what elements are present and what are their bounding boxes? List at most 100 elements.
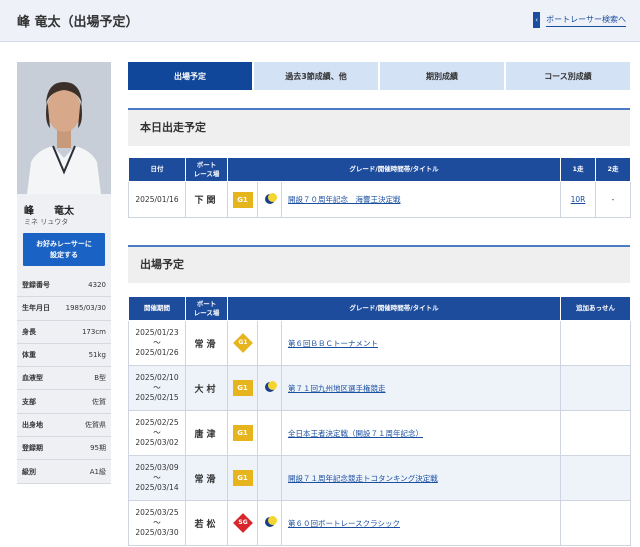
today-heading: 本日出走予定 — [128, 108, 630, 146]
race-title-link[interactable]: 第６０回ボートレースクラシック — [288, 519, 400, 528]
info-row: 支部 佐賀 — [17, 390, 111, 414]
period-start: 2025/03/09 — [135, 463, 179, 472]
period-tilde: 〜 — [153, 428, 161, 437]
racer-search-link-label: ボートレーサー検索へ — [546, 14, 626, 27]
grade-cell: G1 — [227, 181, 258, 218]
grade-cell: G1 — [227, 365, 258, 411]
info-row: 出身地 佐賀県 — [17, 414, 111, 438]
night-race-icon — [264, 381, 277, 392]
time-cell — [257, 365, 282, 411]
tab-schedule[interactable]: 出場予定 — [128, 62, 252, 90]
period-end: 2025/01/26 — [135, 348, 179, 357]
additional-cell — [560, 365, 632, 411]
time-cell — [257, 410, 282, 456]
table-row: 2025/02/25 〜 2025/03/02 唐津 G1 全日本王者決定戦（開設７１周年… — [128, 410, 632, 456]
grade-g1-icon: G1 — [232, 380, 253, 396]
racer-kana: ミネ リュウタ — [24, 218, 69, 226]
grade-label: SG — [237, 519, 248, 526]
race-venue: 唐津 — [185, 410, 228, 456]
info-row: 登録番号 4320 — [17, 274, 111, 298]
race-title-link[interactable]: 開設７１周年記念競走トコタンキング決定戦 — [288, 474, 438, 483]
race-venue: 大村 — [185, 365, 228, 411]
info-label: 級別 — [22, 467, 36, 476]
additional-cell — [560, 410, 632, 456]
info-row: 級別 A1級 — [17, 460, 111, 484]
period-cell: 2025/01/23 〜 2025/01/26 — [128, 320, 186, 366]
night-race-icon — [264, 192, 277, 204]
race-venue: 若松 — [185, 500, 228, 546]
period-start: 2025/01/23 — [135, 328, 179, 337]
table-row: 2025/03/09 〜 2025/03/14 常滑 G1 開設７１周年記念競走トコタンキ… — [128, 455, 632, 501]
upcoming-heading: 出場予定 — [128, 245, 630, 283]
info-label: 登録期 — [22, 444, 43, 453]
racer-search-link[interactable]: ‹ ボートレーサー検索へ — [533, 12, 626, 28]
table-row: 2025/03/25 〜 2025/03/30 若松 SG 第６０回ボートレースクラシック — [128, 500, 632, 546]
grade-cell: G1 — [227, 455, 258, 501]
upcoming-table: 開催期間 ボート レース場 グレード/開催時間帯/タイトル 追加あっせん 2025… — [128, 296, 632, 546]
race-title-link[interactable]: 第７１回九州地区選手権競走 — [288, 384, 386, 393]
today-table: 日付 ボート レース場 グレード/開催時間帯/タイトル 1走 2走 2025/01… — [128, 157, 632, 218]
table-row: 2025/02/10 〜 2025/02/15 大村 G1 第７１回九州地区選手権競走 — [128, 365, 632, 411]
period-cell: 2025/03/09 〜 2025/03/14 — [128, 455, 186, 501]
race-title-link[interactable]: 全日本王者決定戦（開設７１周年記念） — [288, 429, 423, 438]
race-date: 2025/01/16 — [128, 181, 186, 218]
period-start: 2025/02/10 — [135, 373, 179, 382]
race1-link[interactable]: 10R — [571, 195, 586, 204]
race-venue: 常滑 — [185, 455, 228, 501]
racer-photo — [17, 62, 111, 194]
info-value: 173cm — [81, 327, 106, 336]
race1-cell: 10R — [560, 181, 597, 218]
period-tilde: 〜 — [153, 338, 161, 347]
grade-g1-icon: G1 — [232, 425, 253, 441]
grade-g1-icon: G1 — [232, 191, 253, 208]
tab-recent-results[interactable]: 過去3節成績、他 — [254, 62, 378, 90]
info-value: 1985/03/30 — [65, 304, 106, 313]
race-title-cell: 全日本王者決定戦（開設７１周年記念） — [280, 410, 562, 456]
info-value: 51kg — [88, 351, 106, 360]
race-title-link[interactable]: 開設７０周年記念 海響王決定戦 — [288, 195, 401, 204]
info-label: 支部 — [22, 397, 36, 406]
col-grade-title: グレード/開催時間帯/タイトル — [226, 157, 562, 182]
time-cell — [257, 500, 282, 546]
page-title: 峰 竜太（出場予定） — [17, 15, 139, 30]
col-venue-l2: レース場 — [193, 169, 220, 178]
grade-cell: G1 — [227, 320, 258, 366]
info-row: 血液型 B型 — [17, 367, 111, 391]
col-venue-l1: ボート — [196, 160, 217, 169]
period-cell: 2025/03/25 〜 2025/03/30 — [128, 500, 186, 546]
period-end: 2025/03/02 — [135, 438, 179, 447]
col-race2: 2走 — [595, 157, 632, 182]
info-value: 95期 — [90, 444, 106, 453]
info-row: 生年月日 1985/03/30 — [17, 297, 111, 321]
info-value: 4320 — [88, 281, 106, 290]
grade-cell: SG — [227, 500, 258, 546]
col-grade-title: グレード/開催時間帯/タイトル — [226, 296, 562, 321]
info-label: 登録番号 — [22, 281, 50, 290]
favorite-racer-button[interactable]: お好みレーサーに 設定する — [23, 233, 105, 266]
period-tilde: 〜 — [153, 383, 161, 392]
racer-tabs: 出場予定 過去3節成績、他 期別成績 コース別成績 — [128, 62, 630, 90]
table-row: 2025/01/16 下関 G1 開設７０周年記念 海響王決定戦 10R - — [128, 181, 632, 218]
info-row: 体重 51kg — [17, 344, 111, 368]
favorite-line1: お好みレーサーに — [36, 240, 92, 248]
period-end: 2025/03/14 — [135, 483, 179, 492]
col-additional: 追加あっせん — [560, 296, 632, 321]
period-end: 2025/03/30 — [135, 528, 179, 537]
racer-info-list: 登録番号 4320 生年月日 1985/03/30 身長 173cm 体重 51kg 血液型 B型… — [17, 274, 111, 484]
tab-course-results[interactable]: コース別成績 — [506, 62, 630, 90]
race-title-cell: 第６０回ボートレースクラシック — [280, 500, 562, 546]
info-label: 血液型 — [22, 374, 43, 383]
race-title-cell: 第６回ＢＢＣトーナメント — [280, 320, 562, 366]
race-title-link[interactable]: 第６回ＢＢＣトーナメント — [288, 339, 378, 348]
info-value: 佐賀県 — [85, 420, 106, 429]
page-header: 峰 竜太（出場予定） ‹ ボートレーサー検索へ — [0, 0, 640, 42]
info-label: 生年月日 — [22, 304, 50, 313]
period-end: 2025/02/15 — [135, 393, 179, 402]
col-venue: ボート レース場 — [185, 296, 228, 321]
race2-cell: - — [595, 181, 632, 218]
period-tilde: 〜 — [153, 473, 161, 482]
tab-term-results[interactable]: 期別成績 — [380, 62, 504, 90]
info-value: A1級 — [89, 467, 106, 476]
col-venue: ボート レース場 — [185, 157, 228, 182]
grade-label: G1 — [237, 339, 248, 346]
